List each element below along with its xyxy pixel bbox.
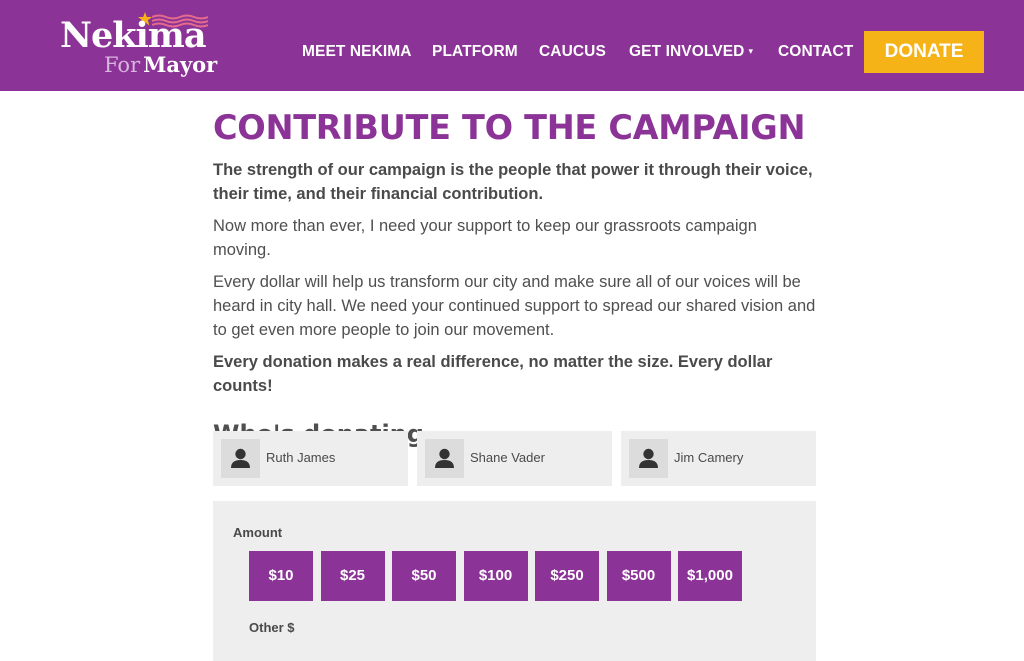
donor-card: Shane Vader xyxy=(417,431,612,486)
site-logo[interactable]: Nekima For Mayor xyxy=(58,10,218,82)
intro-text: The strength of our campaign is the peop… xyxy=(213,161,813,203)
main-content: CONTRIBUTE TO THE CAMPAIGN The strength … xyxy=(213,106,817,450)
page-title: CONTRIBUTE TO THE CAMPAIGN xyxy=(213,108,806,147)
donation-form: Amount $10 $25 $50 $100 $250 $500 $1,000… xyxy=(213,501,816,661)
user-icon xyxy=(231,448,250,468)
logo-subtitle: For Mayor xyxy=(104,52,217,77)
user-icon xyxy=(435,448,454,468)
amount-button-250[interactable]: $250 xyxy=(535,551,599,601)
support-text: Now more than ever, I need your support … xyxy=(213,217,757,259)
donor-name: Ruth James xyxy=(266,450,336,465)
amount-button-25[interactable]: $25 xyxy=(320,551,385,601)
amount-button-50[interactable]: $50 xyxy=(392,551,456,601)
logo-name: Nekima xyxy=(60,15,207,56)
amount-button-10[interactable]: $10 xyxy=(249,551,313,601)
logo-mayor: Mayor xyxy=(143,52,218,77)
other-amount-label: Other $ xyxy=(249,620,295,635)
chevron-down-icon: ▾ xyxy=(748,46,754,57)
nav-meet-nekima[interactable]: MEET NEKIMA xyxy=(302,43,412,61)
amount-label: Amount xyxy=(233,525,283,540)
avatar xyxy=(425,439,464,478)
nav-get-involved[interactable]: GET INVOLVED ▾ xyxy=(629,43,753,61)
nav-caucus[interactable]: CAUCUS xyxy=(539,43,606,61)
donor-name: Jim Camery xyxy=(674,450,744,465)
top-navbar: Nekima For Mayor MEET NEKIMA PLATFORM CAU… xyxy=(0,0,1024,91)
donor-card: Ruth James xyxy=(213,431,408,486)
every-donation-text: Every donation makes a real difference, … xyxy=(213,353,773,395)
amount-button-100[interactable]: $100 xyxy=(463,551,528,601)
nav-get-involved-label: GET INVOLVED xyxy=(629,43,745,60)
avatar xyxy=(629,439,668,478)
avatar xyxy=(221,439,260,478)
nav-contact[interactable]: CONTACT xyxy=(778,43,853,61)
amount-button-1000[interactable]: $1,000 xyxy=(678,551,742,601)
donor-list: Ruth James Shane Vader Jim Camery xyxy=(213,431,816,486)
donate-button[interactable]: DONATE xyxy=(864,31,984,73)
donor-name: Shane Vader xyxy=(470,450,545,465)
user-icon xyxy=(639,448,658,468)
nav-platform[interactable]: PLATFORM xyxy=(432,43,518,61)
amount-button-500[interactable]: $500 xyxy=(606,551,671,601)
donor-card: Jim Camery xyxy=(621,431,816,486)
logo-for: For xyxy=(104,53,141,77)
dollar-text: Every dollar will help us transform our … xyxy=(213,273,816,339)
